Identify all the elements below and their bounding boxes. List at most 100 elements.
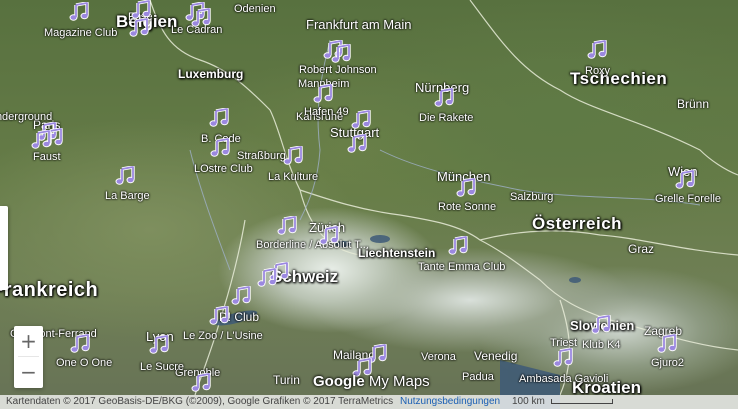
music-marker[interactable] — [30, 130, 52, 150]
music-marker[interactable] — [552, 348, 574, 368]
music-note-icon — [434, 88, 454, 107]
city-label-turin: Turin — [273, 373, 300, 387]
map-footer: Kartendaten © 2017 GeoBasis-DE/BKG (©200… — [0, 395, 738, 409]
google-wordmark: Google — [313, 373, 365, 390]
country-label-osterreich: Österreich — [532, 214, 623, 233]
music-note-icon — [70, 334, 90, 353]
music-note-icon — [657, 334, 677, 353]
city-label-strassburg: Straßburg — [237, 150, 286, 162]
music-note-icon — [319, 226, 339, 245]
venue-label-robert-johnson: Robert Johnson — [299, 64, 377, 76]
music-marker[interactable] — [276, 216, 298, 236]
music-note-icon — [115, 166, 135, 185]
music-marker[interactable] — [674, 170, 696, 190]
city-label-frankfurt: Frankfurt am Main — [306, 18, 411, 32]
music-marker[interactable] — [128, 18, 150, 38]
music-marker[interactable] — [130, 0, 152, 20]
music-note-icon — [351, 110, 371, 129]
venue-label-lostre-club: LOstre Club — [194, 163, 253, 175]
venue-label-borderline: Borderline / Absolut T... — [256, 239, 369, 251]
music-marker[interactable] — [68, 2, 90, 22]
country-label-liechtenstein: Liechtenstein — [358, 246, 436, 260]
venue-label-ambasada-gavioli: Ambasada Gavioli — [519, 373, 609, 385]
music-note-icon — [277, 216, 297, 235]
music-marker[interactable] — [208, 108, 230, 128]
music-note-icon — [675, 170, 695, 189]
music-marker[interactable] — [312, 84, 334, 104]
music-note-icon — [591, 315, 611, 334]
music-note-icon — [191, 373, 211, 392]
music-note-icon — [456, 178, 476, 197]
venue-label-magazine-club: Magazine Club — [44, 27, 118, 39]
venue-label-le-zoo: Le Zoo / L'Usine — [183, 330, 263, 342]
venue-label-grelle-forelle: Grelle Forelle — [655, 193, 722, 205]
map-attribution: Kartendaten © 2017 GeoBasis-DE/BKG (©200… — [6, 396, 394, 407]
mymaps-wordmark: My Maps — [364, 373, 430, 390]
zoom-out-button[interactable]: − — [14, 357, 43, 387]
music-marker[interactable] — [69, 334, 91, 354]
city-label-salzburg: Salzburg — [510, 191, 554, 203]
country-label-luxemburg: Luxemburg — [178, 67, 244, 81]
music-marker[interactable] — [256, 268, 278, 288]
music-marker[interactable] — [447, 236, 469, 256]
terms-link[interactable]: Nutzungsbedingungen — [400, 395, 500, 409]
venue-label-hafen-49: Hafen 49 — [304, 106, 349, 118]
music-marker[interactable] — [282, 146, 304, 166]
scale-label: 100 km — [512, 396, 545, 407]
side-panel-handle[interactable] — [0, 206, 8, 290]
city-label-odenien: Odenien — [234, 3, 276, 15]
google-mymaps-logo: Google My Maps — [313, 373, 430, 390]
venue-label-one-o-one: One O One — [56, 357, 113, 369]
music-marker[interactable] — [148, 335, 170, 355]
venue-label-gjuro2: Gjuro2 — [651, 357, 685, 369]
music-note-icon — [587, 40, 607, 59]
music-marker[interactable] — [433, 88, 455, 108]
music-marker[interactable] — [656, 334, 678, 354]
music-note-icon — [209, 306, 229, 325]
venue-label-la-kulture: La Kulture — [268, 171, 319, 183]
music-marker[interactable] — [586, 40, 608, 60]
music-marker[interactable] — [346, 134, 368, 154]
scale-bar — [551, 399, 613, 404]
music-note-icon — [313, 84, 333, 103]
city-label-padua: Padua — [462, 371, 494, 383]
country-label-frankreich: Frankreich — [0, 279, 99, 301]
music-marker[interactable] — [318, 226, 340, 246]
map-canvas[interactable]: Belgien Luxemburg Tschechien Frankreich … — [0, 0, 738, 409]
music-note-icon — [69, 2, 89, 21]
music-marker[interactable] — [230, 286, 252, 306]
music-marker[interactable] — [590, 315, 612, 335]
music-note-icon — [31, 130, 51, 149]
city-label-brunn: Brünn — [677, 97, 710, 111]
venue-label-roxy: Roxy — [585, 65, 611, 77]
music-note-icon — [191, 8, 211, 27]
music-note-icon — [149, 335, 169, 354]
music-marker[interactable] — [208, 306, 230, 326]
city-label-graz: Graz — [628, 242, 655, 256]
music-marker[interactable] — [190, 8, 212, 28]
music-marker[interactable] — [455, 178, 477, 198]
music-note-icon — [231, 286, 251, 305]
city-label-venedig: Venedig — [474, 349, 518, 363]
music-marker[interactable] — [209, 138, 231, 158]
music-marker[interactable] — [190, 373, 212, 393]
music-note-icon — [257, 268, 277, 287]
venue-label-la-barge: La Barge — [105, 190, 150, 202]
music-note-icon — [209, 108, 229, 127]
music-note-icon — [553, 348, 573, 367]
music-note-icon — [129, 18, 149, 37]
music-note-icon — [283, 146, 303, 165]
venue-label-die-rakete: Die Rakete — [419, 112, 474, 124]
music-marker[interactable] — [350, 110, 372, 130]
city-label-verona: Verona — [421, 351, 456, 363]
zoom-in-button[interactable]: + — [14, 326, 43, 356]
music-marker[interactable] — [330, 44, 352, 64]
city-label-frankfurt-text: Frankfurt am Main — [306, 17, 412, 32]
venue-label-tante-emma: Tante Emma Club — [418, 261, 506, 273]
music-marker[interactable] — [114, 166, 136, 186]
venue-label-faust: Faust — [33, 151, 61, 163]
venue-label-rote-sonne: Rote Sonne — [438, 201, 497, 213]
music-note-icon — [448, 236, 468, 255]
music-note-icon — [131, 0, 151, 19]
music-note-icon — [210, 138, 230, 157]
